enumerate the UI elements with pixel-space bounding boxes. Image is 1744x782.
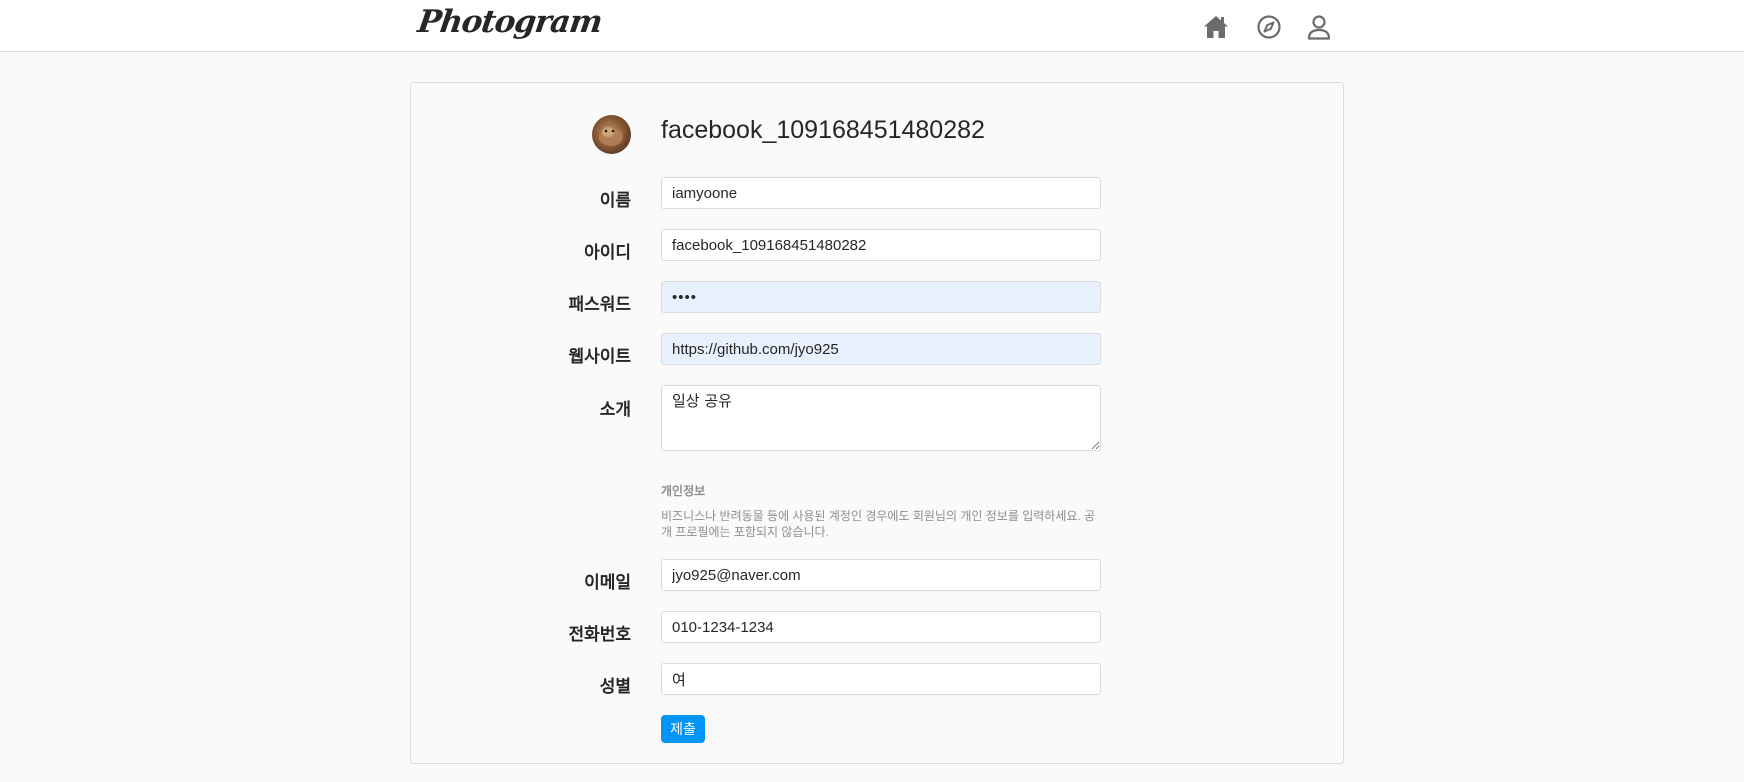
avatar[interactable] bbox=[592, 115, 631, 154]
profile-icon[interactable] bbox=[1305, 13, 1333, 41]
submit-button[interactable]: 제출 bbox=[661, 715, 705, 743]
home-icon[interactable] bbox=[1202, 13, 1230, 41]
phone-label: 전화번호 bbox=[568, 625, 631, 644]
bio-label: 소개 bbox=[599, 400, 631, 419]
website-label: 웹사이트 bbox=[568, 347, 631, 366]
profile-username: facebook_109168451480282 bbox=[661, 116, 985, 144]
gender-label: 성별 bbox=[599, 677, 631, 696]
private-info-description: 비즈니스나 반려동물 등에 사용된 계정인 경우에도 회원님의 개인 정보를 입… bbox=[661, 509, 1096, 539]
email-label: 이메일 bbox=[584, 573, 631, 592]
name-field[interactable] bbox=[661, 177, 1101, 209]
id-label: 아이디 bbox=[584, 243, 631, 262]
email-field[interactable] bbox=[661, 559, 1101, 591]
password-label: 패스워드 bbox=[568, 295, 631, 314]
app-logo[interactable]: Photogram bbox=[415, 4, 603, 40]
bio-textarea[interactable]: 일상 공유 bbox=[661, 385, 1101, 451]
id-field[interactable] bbox=[661, 229, 1101, 261]
top-navbar: Photogram bbox=[0, 0, 1744, 52]
explore-icon[interactable] bbox=[1255, 13, 1283, 41]
name-label: 이름 bbox=[599, 191, 631, 210]
gender-field[interactable] bbox=[661, 663, 1101, 695]
phone-field[interactable] bbox=[661, 611, 1101, 643]
private-info-title: 개인정보 bbox=[661, 484, 706, 498]
avatar-image-icon bbox=[599, 127, 623, 146]
password-field[interactable] bbox=[661, 281, 1101, 313]
website-field[interactable] bbox=[661, 333, 1101, 365]
